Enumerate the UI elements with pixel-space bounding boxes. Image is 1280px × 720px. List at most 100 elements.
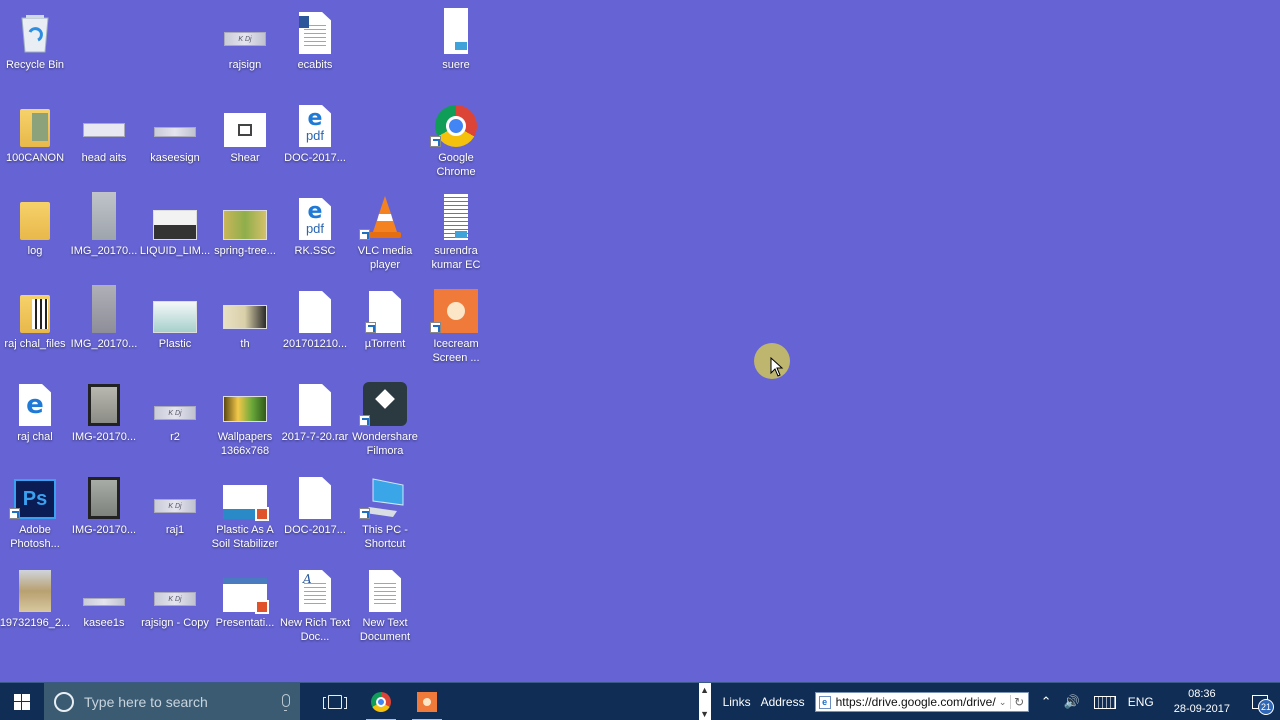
input-language[interactable]: ENG <box>1128 695 1154 709</box>
desktop[interactable]: Recycle Bin K Dj rajsign ecabits suere 1… <box>0 0 1280 682</box>
taskbar-app-chrome[interactable] <box>358 683 404 720</box>
chrome-icon <box>435 105 477 147</box>
desktop-icon-ecabits[interactable]: ecabits <box>280 6 350 72</box>
desktop-icon-icecream[interactable]: Icecream Screen ... <box>421 285 491 365</box>
desktop-icon-wallpapers[interactable]: Wallpapers 1366x768 <box>210 378 280 458</box>
refresh-icon[interactable]: ↻ <box>1009 695 1028 709</box>
taskbar-search-box[interactable]: Type here to search <box>44 682 300 720</box>
photo-icon <box>92 192 116 240</box>
icon-label: raj chal <box>17 431 53 443</box>
desktop-icon-new-text[interactable]: New Text Document <box>350 564 420 644</box>
desktop-icon-rk-ssc[interactable]: e pdf RK.SSC <box>280 192 350 258</box>
icon-label: Plastic As A Soil Stabilizer <box>211 524 279 550</box>
icon-label: rajsign <box>228 59 262 71</box>
desktop-icon-vlc[interactable]: VLC media player <box>350 192 420 272</box>
blank-file-icon <box>299 291 331 333</box>
microphone-icon[interactable] <box>282 693 290 711</box>
signature-image-icon <box>83 598 125 606</box>
signature-image-icon: K Dj <box>154 592 196 606</box>
desktop-icon-recycle-bin[interactable]: Recycle Bin <box>0 6 70 72</box>
signature-image-icon: K Dj <box>154 499 196 513</box>
signature-image-icon <box>154 127 196 137</box>
icon-label: Adobe Photosh... <box>10 524 60 550</box>
desktop-icon-raj1[interactable]: K Dj raj1 <box>140 471 210 537</box>
photo-icon <box>88 384 120 426</box>
desktop-icon-rar-2017[interactable]: 2017-7-20.rar <box>280 378 350 444</box>
edge-pdf-icon: e pdf <box>299 198 331 240</box>
desktop-icon-img-20170-d[interactable]: IMG-20170... <box>69 471 139 537</box>
address-dropdown-icon[interactable]: ⌄ <box>996 697 1010 708</box>
desktop-icon-100canon[interactable]: 100CANON <box>0 99 70 165</box>
desktop-icon-shear[interactable]: Shear <box>210 99 280 165</box>
action-center-button[interactable]: 21 <box>1240 683 1280 720</box>
desktop-icon-r2[interactable]: K Dj r2 <box>140 378 210 444</box>
icon-label: IMG-20170... <box>71 431 137 443</box>
word-document-icon <box>299 12 331 54</box>
desktop-icon-surendra[interactable]: surendra kumar EC <box>421 192 491 272</box>
shortcut-arrow-icon <box>9 508 20 519</box>
desktop-icon-19732196[interactable]: 19732196_2... <box>0 564 70 630</box>
mouse-cursor-icon <box>770 357 784 377</box>
blank-file-icon <box>299 477 331 519</box>
desktop-icon-new-rich-text[interactable]: A New Rich Text Doc... <box>280 564 350 644</box>
desktop-icon-utorrent[interactable]: µTorrent <box>350 285 420 351</box>
desktop-icon-raj-chal-files[interactable]: raj chal_files <box>0 285 70 351</box>
desktop-icon-presentati[interactable]: Presentati... <box>210 564 280 630</box>
desktop-icon-doc-2017-a[interactable]: e pdf DOC-2017... <box>280 99 350 165</box>
search-placeholder: Type here to search <box>84 693 208 710</box>
document-thumbnail-icon <box>444 8 468 54</box>
icecream-icon <box>417 691 437 712</box>
desktop-icon-plastic-soil[interactable]: Plastic As A Soil Stabilizer <box>210 471 280 551</box>
scroll-down-icon[interactable]: ▼ <box>700 709 709 719</box>
icon-label: spring-tree... <box>214 245 276 257</box>
desktop-icon-plastic[interactable]: Plastic <box>140 285 210 351</box>
desktop-icon-img-20170-b[interactable]: IMG_20170... <box>69 285 139 351</box>
task-view-button[interactable] <box>312 683 358 720</box>
desktop-icon-rajsign[interactable]: K Dj rajsign <box>210 6 280 72</box>
desktop-icon-kaseesign[interactable]: kaseesign <box>140 99 210 165</box>
desktop-icon-doc-2017-b[interactable]: DOC-2017... <box>280 471 350 537</box>
show-hidden-icons-chevron-icon[interactable]: ⌃ <box>1041 694 1052 710</box>
photo-icon <box>223 210 267 240</box>
icon-label: surendra kumar EC <box>431 245 481 271</box>
desktop-icon-raj-chal[interactable]: e raj chal <box>0 378 70 444</box>
desktop-icon-th[interactable]: th <box>210 285 280 351</box>
windows-logo-icon <box>14 693 30 710</box>
desktop-icon-rajsign-copy[interactable]: K Dj rajsign - Copy <box>140 564 210 630</box>
address-toolbar-label: Address <box>760 695 805 709</box>
links-toolbar-label[interactable]: Links <box>723 695 751 709</box>
clock[interactable]: 08:36 28-09-2017 <box>1174 687 1230 717</box>
desktop-icon-img-20170-a[interactable]: IMG_20170... <box>69 192 139 258</box>
desktop-icon-spring-tree[interactable]: spring-tree... <box>210 192 280 258</box>
address-bar-input[interactable]: e https://drive.google.com/drive/ ⌄ ↻ <box>814 692 1029 712</box>
icon-label: 2017-7-20.rar <box>281 431 349 443</box>
icon-label: th <box>240 338 250 350</box>
desktop-icon-this-pc[interactable]: This PC - Shortcut <box>350 471 420 551</box>
desktop-icon-kasee1s[interactable]: kasee1s <box>69 564 139 630</box>
desktop-icon-log[interactable]: log <box>0 192 70 258</box>
desktop-icon-201701210[interactable]: 201701210... <box>280 285 350 351</box>
icon-label: IMG_20170... <box>70 338 138 350</box>
volume-icon[interactable]: 🔊 <box>1064 694 1080 710</box>
touch-keyboard-icon[interactable] <box>1093 695 1116 709</box>
icon-label: New Text Document <box>359 617 411 643</box>
desktop-icon-suere[interactable]: suere <box>421 6 491 72</box>
photo-icon <box>88 477 120 519</box>
desktop-icon-google-chrome[interactable]: Google Chrome <box>421 99 491 179</box>
icon-label: Wallpapers 1366x768 <box>217 431 273 457</box>
start-button[interactable] <box>0 683 44 720</box>
powerpoint-icon <box>223 578 269 614</box>
scroll-up-icon[interactable]: ▲ <box>700 685 709 695</box>
shortcut-arrow-icon <box>359 229 370 240</box>
icon-label: suere <box>442 59 470 71</box>
taskbar-app-icecream[interactable] <box>404 683 450 720</box>
folder-icon <box>20 202 50 240</box>
desktop-icon-head-aits[interactable]: head aits <box>69 99 139 165</box>
desktop-icon-photoshop[interactable]: Ps Adobe Photosh... <box>0 471 70 551</box>
desktop-icon-liquid-lim[interactable]: LIQUID_LIM... <box>140 192 210 258</box>
icon-label: Wondershare Filmora <box>352 431 418 457</box>
edge-pdf-icon: e pdf <box>299 105 331 147</box>
toolbar-scroll-buttons[interactable]: ▲ ▼ <box>698 683 711 720</box>
desktop-icon-filmora[interactable]: Wondershare Filmora <box>350 378 420 458</box>
desktop-icon-img-20170-c[interactable]: IMG-20170... <box>69 378 139 444</box>
